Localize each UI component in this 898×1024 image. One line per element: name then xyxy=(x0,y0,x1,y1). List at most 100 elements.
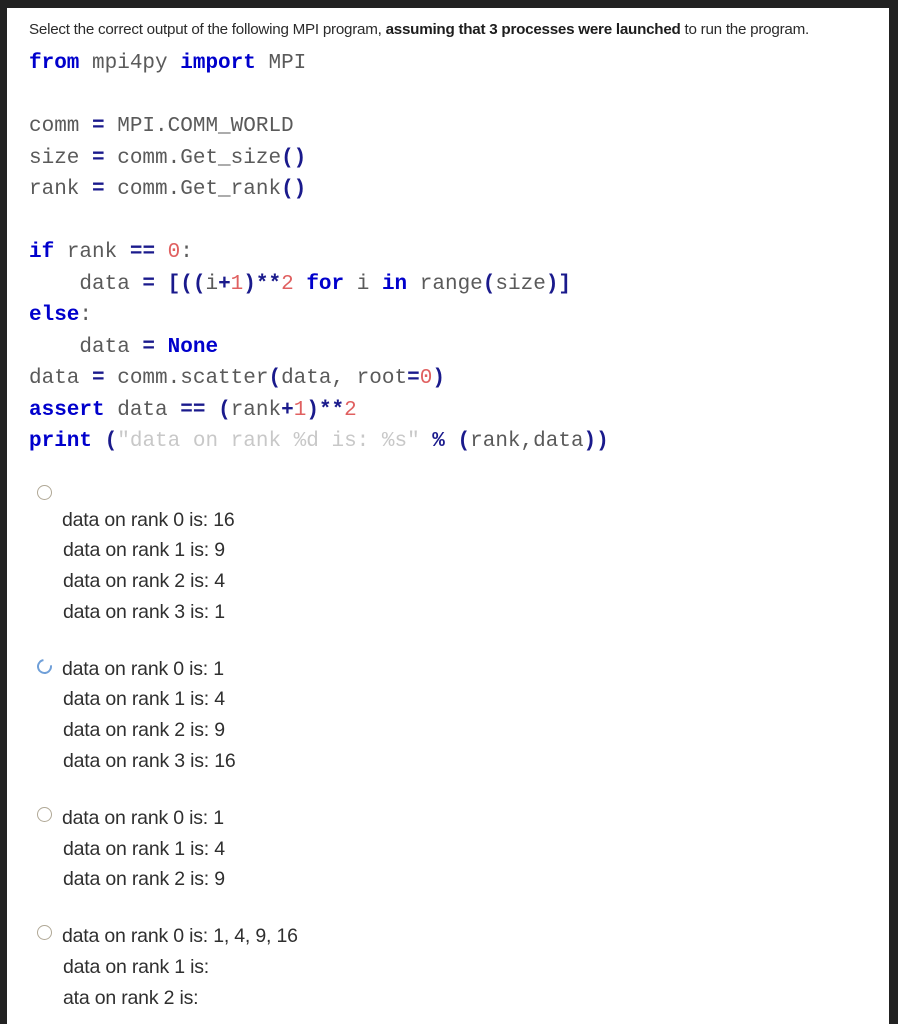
code-token: data xyxy=(104,398,181,422)
code-token: data, root xyxy=(281,367,408,390)
code-token: rank xyxy=(54,241,130,264)
answer-option[interactable]: data on rank 0 is: 1, 4, 9, 16 data on ra… xyxy=(29,921,889,1013)
code-token: + xyxy=(281,398,294,422)
code-token: ( xyxy=(218,398,231,422)
code-line: assert data == (rank+1)**2 xyxy=(29,395,889,427)
code-token: MPI xyxy=(255,52,307,75)
code-line: from mpi4py import MPI xyxy=(29,48,889,80)
code-token: ) xyxy=(432,367,445,390)
code-line: if rank == 0: xyxy=(29,237,889,269)
answer-output-line: data on rank 0 is: 1 xyxy=(62,657,224,680)
answer-option-text: data on rank 0 is: 1 data on rank 1 is: 4… xyxy=(62,803,889,895)
code-token: = xyxy=(142,272,156,296)
code-token: : xyxy=(180,241,193,264)
radio-button-selected[interactable] xyxy=(34,655,55,677)
code-line: data = [((i+1)**2 for i in range(size)] xyxy=(29,269,889,301)
code-token: i xyxy=(205,272,219,296)
code-token: == xyxy=(129,241,156,264)
code-token: rank,data xyxy=(470,430,584,453)
code-token: ) xyxy=(306,398,319,422)
answer-output-line: data on rank 1 is: 4 xyxy=(63,837,225,860)
answer-output-line: data on rank 0 is: 16 xyxy=(62,508,235,531)
answer-output-line: data on rank 2 is: 4 xyxy=(63,570,225,593)
answer-output-line: data on rank 1 is: 9 xyxy=(63,539,225,562)
answer-option-text: data on rank 0 is: 1 data on rank 1 is: 4… xyxy=(62,654,889,777)
answer-output-line: ata on rank 2 is: xyxy=(63,986,199,1009)
code-token: 1 xyxy=(293,398,307,422)
answer-output-line: data on rank 3 is: 1 xyxy=(63,600,225,623)
screenshot-frame: Select the correct output of the followi… xyxy=(0,0,898,1024)
code-line: rank = comm.Get_rank() xyxy=(29,174,889,206)
code-token: None xyxy=(167,335,219,359)
code-token: % xyxy=(432,430,445,453)
answer-output-line: data on rank 2 is: 9 xyxy=(63,868,225,891)
answer-option[interactable]: data on rank 0 is: 16 data on rank 1 is: … xyxy=(29,482,889,628)
radio-button[interactable] xyxy=(37,484,52,500)
code-token: rank xyxy=(29,178,93,201)
code-line: size = comm.Get_size() xyxy=(29,143,889,175)
answer-output-line: data on rank 0 is: 1 xyxy=(62,806,224,829)
code-token: import xyxy=(180,52,256,75)
code-token: comm.scatter xyxy=(104,367,269,390)
code-token: if xyxy=(29,241,55,264)
code-token: 1 xyxy=(230,272,244,296)
code-line: data = None xyxy=(29,332,889,364)
code-token: [(( xyxy=(167,272,206,296)
code-token: for xyxy=(306,272,345,296)
code-token: = xyxy=(407,367,420,390)
answer-output-line: data on rank 1 is: 4 xyxy=(63,688,225,711)
code-token: "data on rank %d is: %s" xyxy=(117,430,420,453)
code-token: in xyxy=(381,272,408,296)
code-token: rank xyxy=(230,398,282,422)
code-token: mpi4py xyxy=(79,52,181,75)
answer-option[interactable]: data on rank 0 is: 1 data on rank 1 is: 4… xyxy=(29,654,889,777)
code-token: comm.Get_rank xyxy=(104,178,282,201)
radio-button[interactable] xyxy=(37,925,52,941)
code-token: ( xyxy=(482,272,496,296)
code-token: = xyxy=(92,367,105,390)
code-token: = xyxy=(92,178,105,201)
code-token: comm xyxy=(29,115,93,138)
code-token: ( xyxy=(104,430,118,453)
answer-output-line: data on rank 3 is: 16 xyxy=(63,750,236,773)
code-token: comm.Get_size xyxy=(104,146,282,170)
code-token: 2 xyxy=(344,398,357,422)
answer-option[interactable]: data on rank 0 is: 1 data on rank 1 is: 4… xyxy=(29,803,889,895)
code-token: size xyxy=(29,146,93,170)
code-token: range xyxy=(407,272,483,296)
code-block: from mpi4py import MPI comm = MPI.COMM_W… xyxy=(29,48,889,458)
code-token: from xyxy=(29,52,80,75)
code-token: 0 xyxy=(419,367,433,390)
code-token: = xyxy=(142,335,156,359)
code-token: data xyxy=(29,335,143,359)
code-token: else xyxy=(29,304,80,327)
question-prompt: Select the correct output of the followi… xyxy=(29,21,889,39)
code-token: : xyxy=(79,304,93,327)
radio-button[interactable] xyxy=(37,806,52,822)
code-token: 0 xyxy=(167,241,181,264)
code-token: i xyxy=(344,272,382,296)
code-token: size xyxy=(495,272,546,296)
code-token: )] xyxy=(545,272,572,296)
code-line: data = comm.scatter(data, root=0) xyxy=(29,363,889,395)
code-token: = xyxy=(92,115,105,138)
code-token: data xyxy=(29,272,143,296)
code-token: == xyxy=(180,398,206,422)
code-line: comm = MPI.COMM_WORLD xyxy=(29,111,889,143)
code-token: () xyxy=(281,146,307,170)
code-token: ) xyxy=(243,272,256,296)
code-token: ( xyxy=(457,430,471,453)
prompt-tail: to run the program. xyxy=(680,21,810,38)
question-sheet: Select the correct output of the followi… xyxy=(7,8,889,1024)
code-token: )) xyxy=(583,430,609,453)
code-line: print ("data on rank %d is: %s" % (rank,… xyxy=(29,426,889,458)
answer-output-line: data on rank 1 is: xyxy=(63,956,209,979)
